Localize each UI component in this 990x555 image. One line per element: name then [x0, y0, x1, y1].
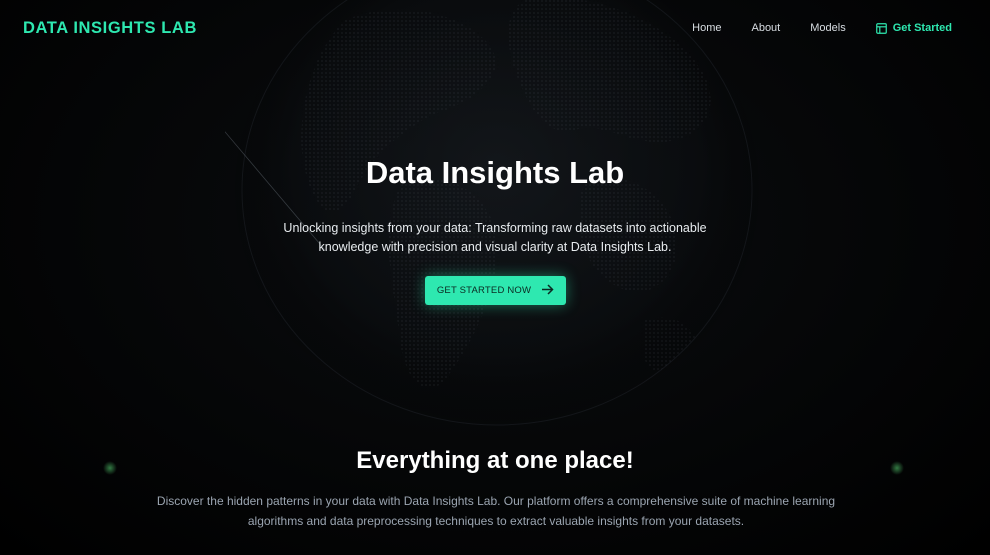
- nav-link-home[interactable]: Home: [692, 22, 721, 34]
- features-title: Everything at one place!: [356, 447, 634, 474]
- features-description: Discover the hidden patterns in your dat…: [156, 494, 836, 528]
- landing-page: DATA INSIGHTS LAB Home About Models Get …: [0, 0, 990, 555]
- get-started-nav-label: Get Started: [892, 22, 952, 34]
- get-started-now-label: GET STARTED NOW: [436, 285, 532, 296]
- get-started-now-button[interactable]: GET STARTED NOW: [425, 276, 566, 305]
- nav-links: Home About Models Get Started: [692, 22, 952, 34]
- arrow-right-icon: [541, 283, 554, 298]
- layout-icon: [875, 22, 887, 34]
- nav-link-about[interactable]: About: [751, 22, 780, 34]
- hero-subtitle: Unlocking insights from your data: Trans…: [283, 221, 707, 254]
- nav-link-models[interactable]: Models: [810, 22, 845, 34]
- top-navbar: DATA INSIGHTS LAB Home About Models Get …: [0, 0, 990, 58]
- brand-logo[interactable]: DATA INSIGHTS LAB: [23, 19, 197, 38]
- get-started-nav-link[interactable]: Get Started: [875, 22, 952, 34]
- hero-title: Data Insights Lab: [365, 155, 625, 190]
